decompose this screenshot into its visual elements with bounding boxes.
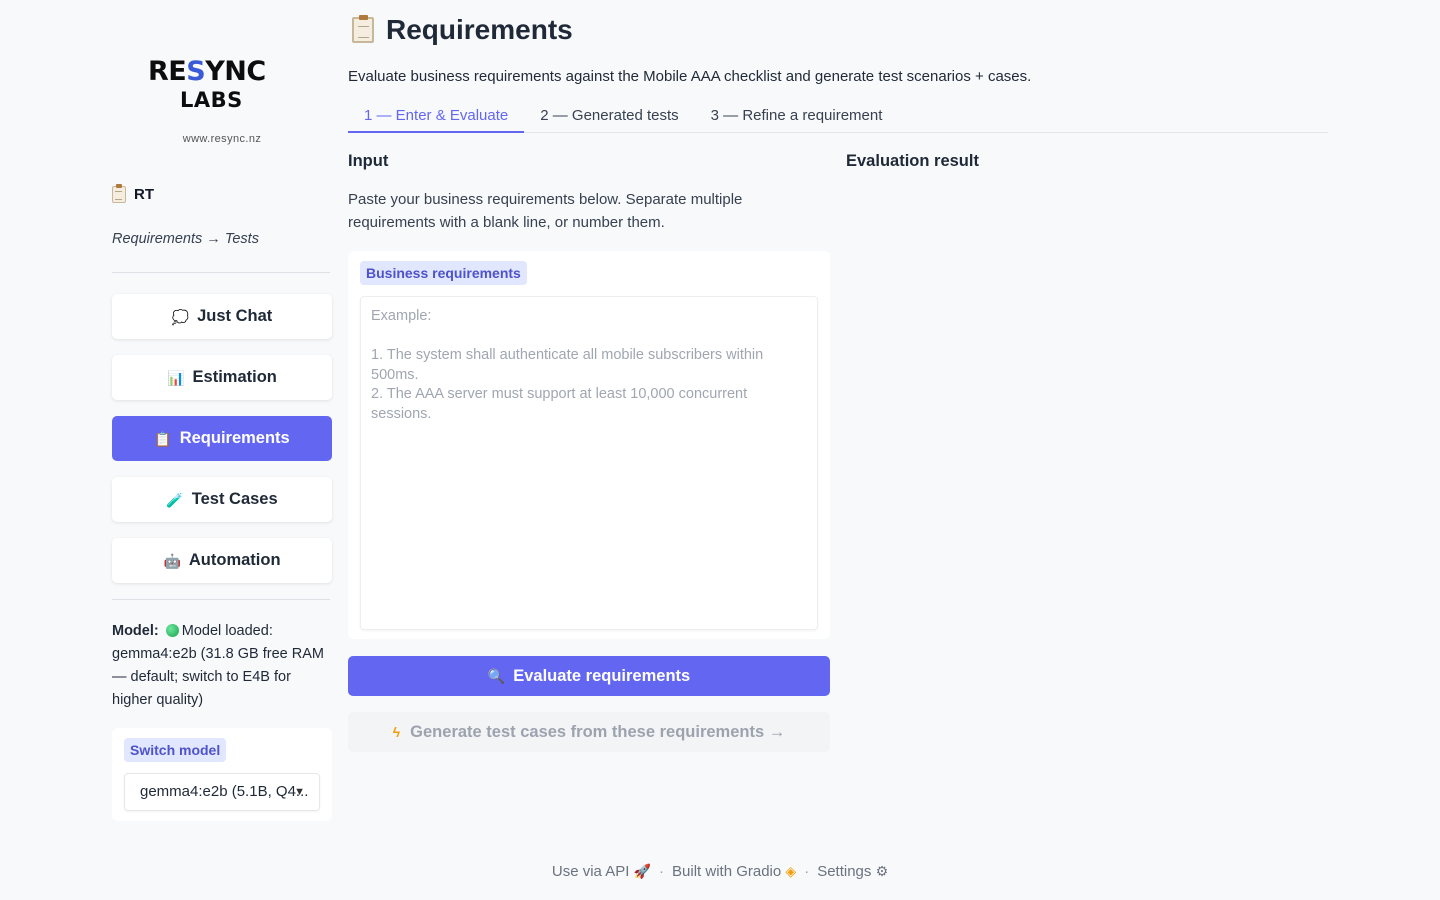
nav-label: Just Chat: [197, 307, 273, 325]
tab-bar: 1 — Enter & Evaluate 2 — Generated tests…: [348, 100, 1328, 133]
magnifying-glass-icon: 🔍: [487, 668, 506, 684]
resync-labs-logo: RESYNC LABS: [148, 54, 294, 112]
evaluation-result-heading: Evaluation result: [846, 152, 979, 170]
logo-wordmark-top: RESYNC: [148, 56, 266, 87]
nav-button-test-cases[interactable]: 🧪 Test Cases: [112, 477, 332, 522]
rocket-icon: 🚀: [633, 863, 652, 879]
app-name-text: RT: [134, 186, 154, 203]
switch-model-panel: Switch model gemma4:e2b (5.1B, Q4... ▼: [112, 728, 332, 821]
input-heading: Input: [348, 152, 389, 170]
nav-label: Estimation: [192, 368, 277, 386]
use-via-api-link[interactable]: Use via API 🚀: [552, 863, 651, 880]
nav-button-automation[interactable]: 🤖 Automation: [112, 538, 332, 583]
model-label: Model:: [112, 623, 159, 639]
settings-text: Settings: [817, 863, 872, 880]
clipboard-icon: [352, 15, 374, 43]
clipboard-icon: 📋: [154, 430, 172, 447]
nav-label: Requirements: [179, 429, 290, 447]
sidebar-divider-top: [112, 272, 330, 273]
business-requirements-textarea[interactable]: Example: 1. The system shall authenticat…: [360, 296, 818, 630]
nav-button-requirements[interactable]: 📋 Requirements: [112, 416, 332, 461]
tab-refine-requirement[interactable]: 3 — Refine a requirement: [695, 100, 899, 133]
app-subtitle: Requirements → Tests: [112, 231, 259, 247]
nav-label: Test Cases: [191, 490, 278, 508]
gear-icon: ⚙: [875, 863, 889, 879]
evaluate-button-label: Evaluate requirements: [513, 666, 691, 685]
model-select-value: gemma4:e2b (5.1B, Q4...: [140, 783, 309, 800]
generate-button-label: Generate test cases from these requireme…: [410, 722, 786, 741]
nav-button-just-chat[interactable]: 💭 Just Chat: [112, 294, 332, 339]
page-description: Evaluate business requirements against t…: [348, 68, 1032, 85]
gradio-logo-icon: ◈: [785, 863, 797, 879]
page-title: Requirements: [352, 14, 573, 46]
evaluate-requirements-button[interactable]: 🔍 Evaluate requirements: [348, 656, 830, 696]
model-select-dropdown[interactable]: gemma4:e2b (5.1B, Q4... ▼: [124, 773, 320, 811]
app-name: RT: [112, 184, 154, 203]
footer: Use via API 🚀 · Built with Gradio ◈ · Se…: [0, 863, 1440, 880]
business-requirements-label: Business requirements: [360, 261, 527, 285]
nav-button-estimation[interactable]: 📊 Estimation: [112, 355, 332, 400]
sidebar-divider-bottom: [112, 599, 330, 600]
business-requirements-panel: Business requirements Example: 1. The sy…: [348, 251, 830, 639]
clipboard-icon: [112, 184, 126, 203]
logo-text-ync: YNC: [205, 56, 266, 87]
page-title-text: Requirements: [386, 14, 573, 45]
built-with-gradio-text: Built with Gradio: [672, 863, 782, 880]
settings-link[interactable]: Settings ⚙: [817, 863, 888, 880]
footer-separator: ·: [804, 863, 810, 880]
status-green-dot-icon: [165, 624, 179, 637]
generate-test-cases-button[interactable]: ϟ Generate test cases from these require…: [348, 712, 830, 752]
model-status: Model: Model loaded: gemma4:e2b (31.8 GB…: [112, 620, 332, 712]
speech-bubble-icon: 💭: [171, 308, 190, 325]
logo-text-s: S: [186, 56, 206, 87]
tab-generated-tests[interactable]: 2 — Generated tests: [524, 100, 694, 133]
logo-wordmark-bottom: LABS: [180, 88, 243, 112]
chevron-down-icon: ▼: [294, 786, 305, 798]
footer-separator: ·: [659, 863, 665, 880]
logo-text-re: RE: [148, 56, 187, 87]
built-with-gradio-link[interactable]: Built with Gradio ◈: [672, 863, 796, 880]
input-help-text: Paste your business requirements below. …: [348, 191, 743, 231]
tab-enter-evaluate[interactable]: 1 — Enter & Evaluate: [348, 100, 525, 133]
site-url: www.resync.nz: [182, 133, 262, 145]
bar-chart-icon: 📊: [167, 369, 185, 386]
use-via-api-text: Use via API: [551, 863, 630, 880]
test-tube-icon: 🧪: [166, 491, 184, 508]
lightning-icon: ϟ: [392, 724, 401, 740]
nav-label: Automation: [188, 551, 281, 569]
switch-model-label: Switch model: [124, 738, 227, 762]
robot-icon: 🤖: [163, 552, 181, 569]
